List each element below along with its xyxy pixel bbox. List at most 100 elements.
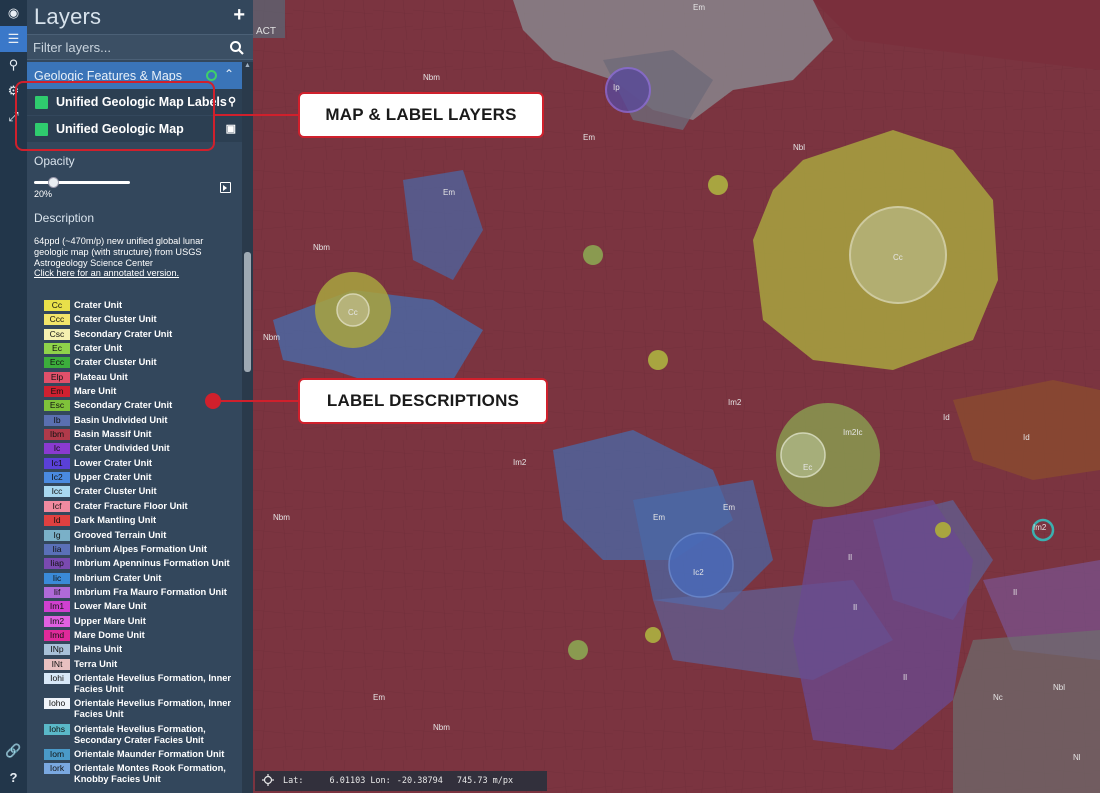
legend-item: Ccc Crater Cluster Unit <box>44 314 242 326</box>
help-icon[interactable]: ? <box>0 764 27 790</box>
legend-swatch: Ecc <box>44 357 70 369</box>
lon-value: -20.38794 <box>396 776 443 786</box>
legend-swatch: Ic1 <box>44 457 70 469</box>
legend-item: Iiap Imbrium Apenninus Formation Unit <box>44 558 242 570</box>
legend-label: Mare Unit <box>74 386 117 397</box>
panel-scrollbar[interactable]: ▲ <box>242 62 253 793</box>
svg-text:Im2Ic: Im2Ic <box>843 428 863 437</box>
scroll-up-icon[interactable]: ▲ <box>242 62 253 72</box>
layers-highlight-box <box>15 81 215 151</box>
filter-bar <box>27 34 253 60</box>
svg-text:Cc: Cc <box>893 253 903 262</box>
legend-swatch: Esc <box>44 400 70 412</box>
svg-text:Il: Il <box>903 673 907 682</box>
svg-text:Nc: Nc <box>993 693 1003 702</box>
legend-label: Imbrium Alpes Formation Unit <box>74 543 207 554</box>
callout-map-label-layers: MAP & LABEL LAYERS <box>298 92 544 138</box>
legend-list: Cc Crater Unit Ccc Crater Cluster Unit Csc Se… <box>44 300 242 789</box>
annotated-version-link[interactable]: Click here for an annotated version. <box>34 268 179 278</box>
legend-item: Im2 Upper Mare Unit <box>44 615 242 627</box>
legend-swatch: Iif <box>44 586 70 598</box>
legend-swatch: Csc <box>44 328 70 340</box>
callout-connector <box>215 114 299 116</box>
legend-label: Upper Crater Unit <box>74 472 152 483</box>
legend-label: Lower Crater Unit <box>74 457 153 468</box>
legend-item: Iohi Orientale Hevelius Formation, Inner … <box>44 672 242 695</box>
svg-text:Nbm: Nbm <box>273 513 290 522</box>
scroll-thumb[interactable] <box>244 252 251 372</box>
legend-swatch: INp <box>44 644 70 656</box>
legend-item: Ecc Crater Cluster Unit <box>44 357 242 369</box>
legend-swatch: Iia <box>44 543 70 555</box>
play-icon[interactable] <box>220 182 231 193</box>
svg-text:Nbm: Nbm <box>313 243 330 252</box>
description-text: 64ppd (~470m/p) new unified global lunar… <box>34 236 204 269</box>
legend-swatch: Cc <box>44 300 70 311</box>
search-icon[interactable] <box>229 40 245 56</box>
legend-label: Grooved Terrain Unit <box>74 529 167 540</box>
lat-value: 6.01103 <box>329 776 366 786</box>
svg-text:Nbm: Nbm <box>433 723 450 732</box>
opacity-slider-thumb[interactable] <box>47 177 59 188</box>
map-corner-text: ACT <box>256 26 276 37</box>
crosshair-icon <box>262 774 274 786</box>
legend-swatch: Iic <box>44 572 70 584</box>
svg-text:Im2: Im2 <box>728 398 742 407</box>
panel-title: Layers <box>34 4 102 29</box>
legend-item: Iork Orientale Montes Rook Formation, Kno… <box>44 763 242 785</box>
legend-label: Terra Unit <box>74 658 118 669</box>
legend-label: Plateau Unit <box>74 371 128 382</box>
legend-item: Im1 Lower Mare Unit <box>44 601 242 613</box>
chevron-up-icon[interactable]: ⌃ <box>224 67 234 81</box>
svg-text:Nbl: Nbl <box>1053 683 1065 692</box>
legend-swatch: Ib <box>44 414 70 426</box>
legend-swatch: Ibm <box>44 429 70 441</box>
legend-swatch: Ccc <box>44 314 70 326</box>
legend-item: Imd Mare Dome Unit <box>44 629 242 641</box>
app-window: Nbm Nbm Nbm Em Em Em Nbm Nbl Id Id Il Il Il Il Im2… <box>0 0 1100 793</box>
add-layer-button[interactable]: + <box>233 4 245 27</box>
legend-swatch: Ig <box>44 529 70 541</box>
legend-label: Crater Cluster Unit <box>74 486 157 497</box>
legend-label: Crater Unit <box>74 300 123 310</box>
legend-swatch: Em <box>44 386 70 398</box>
svg-text:Il: Il <box>853 603 857 612</box>
legend-label: Dark Mantling Unit <box>74 515 157 526</box>
layers-menu-icon[interactable]: ☰ <box>0 26 27 52</box>
legend-label: Plains Unit <box>74 644 123 655</box>
svg-text:Id: Id <box>1023 433 1030 442</box>
legend-swatch: Ic <box>44 443 70 455</box>
legend-label: Imbrium Crater Unit <box>74 572 162 583</box>
legend-swatch: Im2 <box>44 615 70 627</box>
svg-text:Il: Il <box>1013 588 1017 597</box>
legend-item: Icc Crater Cluster Unit <box>44 486 242 498</box>
link-icon[interactable]: 🔗 <box>0 738 27 764</box>
legend-swatch: Icc <box>44 486 70 498</box>
svg-text:Em: Em <box>693 3 705 12</box>
legend-swatch: INt <box>44 658 70 670</box>
legend-item: Iia Imbrium Alpes Formation Unit <box>44 543 242 555</box>
svg-text:Nbm: Nbm <box>263 333 280 342</box>
svg-text:Id: Id <box>943 413 950 422</box>
globe-icon[interactable]: ◉ <box>0 0 27 26</box>
svg-text:Il: Il <box>848 553 852 562</box>
image-icon: ▣ <box>225 123 236 135</box>
legend-item: Ibm Basin Massif Unit <box>44 429 242 441</box>
legend-item: Csc Secondary Crater Unit <box>44 328 242 340</box>
coordinates-bar: Lat: 6.01103 Lon: -20.38794 745.73 m/px <box>255 771 547 791</box>
svg-text:Em: Em <box>723 503 735 512</box>
description-label: Description <box>34 211 95 225</box>
legend-item: Id Dark Mantling Unit <box>44 515 242 527</box>
legend-item: Ic1 Lower Crater Unit <box>44 457 242 469</box>
legend-label: Secondary Crater Unit <box>74 400 173 411</box>
legend-item: INp Plains Unit <box>44 644 242 656</box>
legend-item: Iom Orientale Maunder Formation Unit <box>44 748 242 760</box>
map-pin-icon: ⚲ <box>227 96 236 108</box>
filter-layers-input[interactable] <box>33 38 223 57</box>
legend-label: Crater Fracture Floor Unit <box>74 500 188 511</box>
legend-swatch: Icf <box>44 500 70 512</box>
zoom-search-icon[interactable]: ⚲ <box>0 52 27 78</box>
legend-label: Imbrium Fra Mauro Formation Unit <box>74 586 227 597</box>
legend-label: Crater Undivided Unit <box>74 443 170 454</box>
svg-text:Cc: Cc <box>348 308 358 317</box>
